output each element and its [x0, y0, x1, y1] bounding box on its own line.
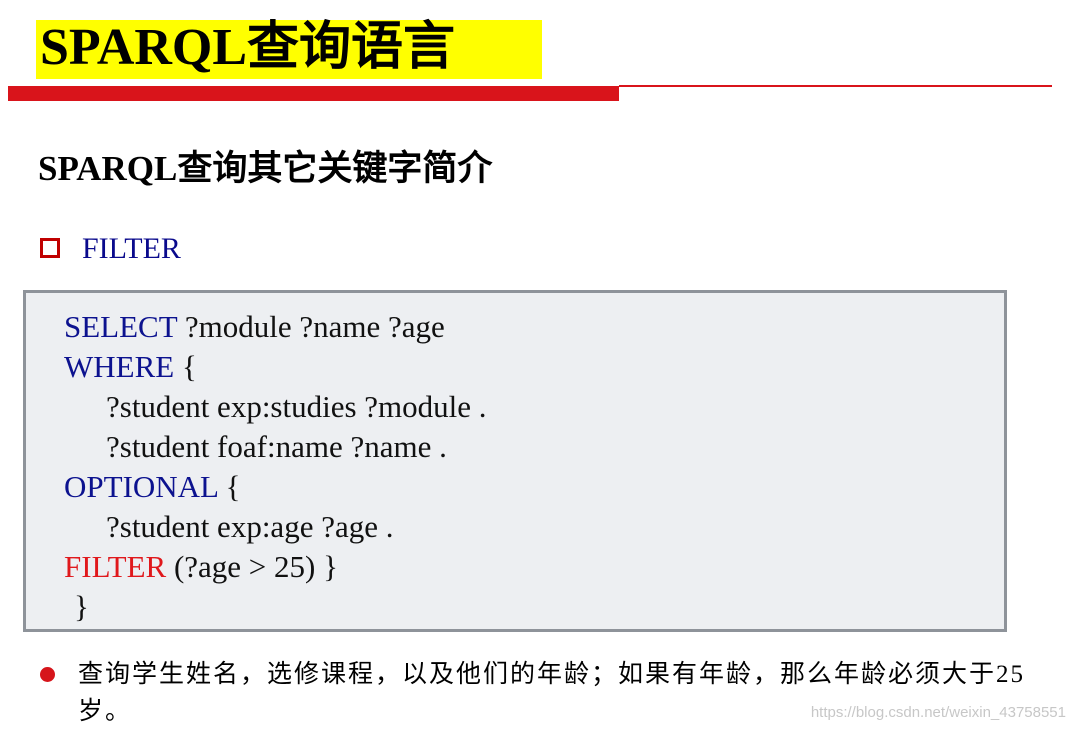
- code-line-studies: ?student exp:studies ?module .: [106, 389, 487, 424]
- code-line-age: ?student exp:age ?age .: [106, 509, 394, 544]
- code-line-name: ?student foaf:name ?name .: [106, 429, 447, 464]
- keyword-where: WHERE: [64, 349, 175, 384]
- keyword-filter: FILTER: [64, 549, 167, 584]
- watermark: https://blog.csdn.net/weixin_43758551: [810, 704, 1066, 721]
- keyword-select: SELECT: [64, 309, 178, 344]
- keyword-optional: OPTIONAL: [64, 469, 218, 504]
- title-rule-thin: [619, 85, 1052, 87]
- title-rule-thick: [8, 86, 619, 101]
- code-line-filter: FILTER (?age > 25) }: [64, 547, 338, 587]
- code-line-optional: OPTIONAL {: [64, 467, 240, 507]
- section-heading: SPARQL查询其它关键字简介: [38, 149, 493, 188]
- code-line-where: WHERE {: [64, 347, 197, 387]
- code-text: (?age > 25) }: [166, 549, 338, 584]
- filter-label: FILTER: [82, 232, 181, 265]
- code-text: {: [174, 349, 197, 384]
- code-line-select: SELECT ?module ?name ?age: [64, 307, 445, 347]
- hollow-square-bullet-icon: [40, 238, 60, 258]
- code-block: SELECT ?module ?name ?age WHERE { ?stude…: [23, 290, 1007, 632]
- page-title: SPARQL查询语言: [40, 19, 456, 76]
- code-line-close: }: [74, 589, 89, 624]
- red-dot-bullet-icon: [40, 667, 55, 682]
- code-text: {: [217, 469, 241, 504]
- code-text: ?module ?name ?age: [177, 309, 445, 344]
